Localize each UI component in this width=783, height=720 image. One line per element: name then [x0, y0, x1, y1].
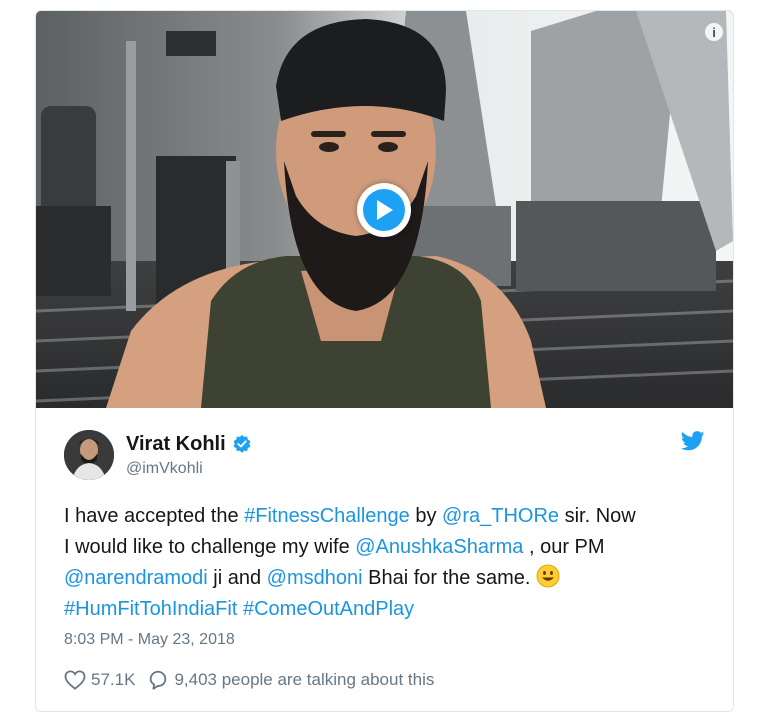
- verified-badge-icon: [233, 434, 251, 453]
- author-display-name[interactable]: Virat Kohli: [126, 433, 226, 456]
- author-handle[interactable]: @imVkohli: [126, 460, 252, 478]
- tweet-author[interactable]: Virat Kohli @imVkohli: [64, 429, 252, 481]
- heart-icon: [64, 670, 86, 690]
- tweet-text-segment: I have accepted the: [64, 505, 245, 527]
- tweet-text-segment: sir. Now: [559, 505, 636, 527]
- like-button[interactable]: 57.1K: [64, 670, 135, 690]
- tweet-text-segment: I would like to challenge my wife: [64, 536, 356, 558]
- mention-link[interactable]: @AnushkaSharma: [355, 536, 523, 558]
- speech-bubble-icon: [150, 670, 167, 690]
- twitter-bird-icon[interactable]: [681, 431, 705, 451]
- tweet-timestamp[interactable]: 8:03 PM - May 23, 2018: [64, 631, 235, 649]
- tweet-text: I have accepted the #FitnessChallenge by…: [64, 501, 714, 625]
- mention-link[interactable]: @msdhoni: [267, 567, 363, 589]
- avatar[interactable]: [64, 430, 114, 480]
- tweet-line-1: I have accepted the #FitnessChallenge by…: [64, 501, 714, 532]
- play-icon: [363, 189, 405, 231]
- reply-conversation-button[interactable]: 9,403 people are talking about this: [147, 669, 434, 691]
- hashtag-link[interactable]: #FitnessChallenge: [244, 505, 410, 527]
- video-thumbnail[interactable]: i: [36, 11, 733, 408]
- play-button[interactable]: [357, 183, 411, 237]
- info-icon[interactable]: i: [705, 23, 723, 41]
- mention-link[interactable]: @narendramodi: [64, 567, 208, 589]
- tweet-actions: 57.1K 9,403 people are talking about thi…: [64, 669, 434, 691]
- embedded-tweet-card: i Virat Kohli @imVkohli I have accepted …: [35, 10, 734, 712]
- hashtag-link[interactable]: #HumFitTohIndiaFit: [64, 598, 237, 620]
- hashtag-link[interactable]: #ComeOutAndPlay: [243, 598, 414, 620]
- tweet-line-4: #HumFitTohIndiaFit #ComeOutAndPlay: [64, 594, 714, 625]
- tweet-line-3: @narendramodi ji and @msdhoni Bhai for t…: [64, 563, 714, 594]
- tweet-text-segment: Bhai for the same.: [362, 567, 536, 589]
- tweet-text-segment: by: [409, 505, 443, 527]
- tweet-text-segment: , our PM: [523, 536, 605, 558]
- tweet-text-segment: ji and: [207, 567, 267, 589]
- tweet-line-2: I would like to challenge my wife @Anush…: [64, 532, 714, 563]
- like-count: 57.1K: [91, 670, 136, 689]
- mention-link[interactable]: @ra_THORe: [442, 505, 559, 527]
- talking-count: 9,403 people are talking about this: [174, 670, 435, 689]
- grinning-face-emoji: [536, 564, 560, 588]
